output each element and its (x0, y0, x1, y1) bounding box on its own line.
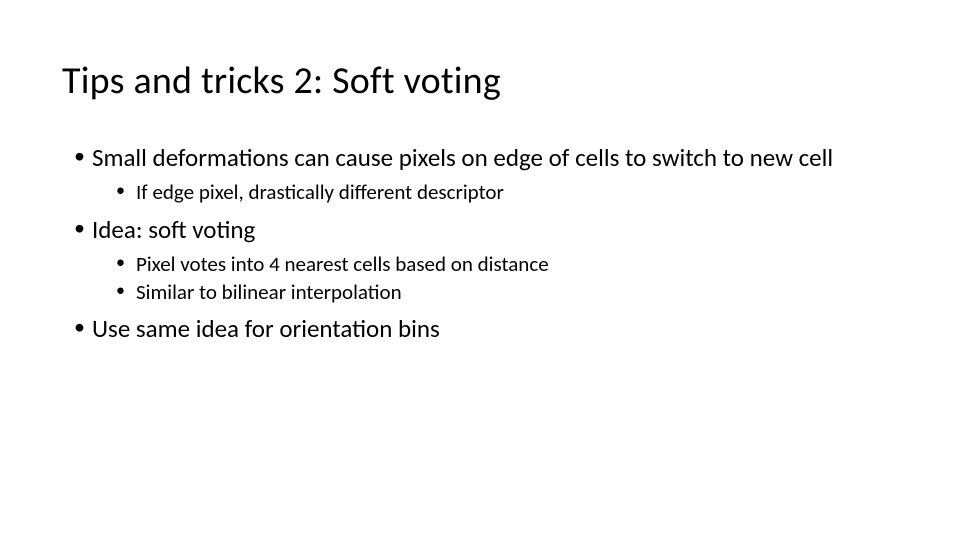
bullet-list-level2: Pixel votes into 4 nearest cells based o… (92, 251, 898, 306)
bullet-list-level2: If edge pixel, drastically different des… (92, 179, 898, 205)
sub-bullet-text: Similar to bilinear interpolation (136, 279, 402, 305)
sub-bullet-item: Similar to bilinear interpolation (92, 279, 898, 305)
slide-content: Small deformations can cause pixels on e… (70, 142, 898, 345)
bullet-item: Use same idea for orientation bins (70, 313, 898, 344)
bullet-item: Small deformations can cause pixels on e… (70, 142, 898, 206)
sub-bullet-text: If edge pixel, drastically different des… (136, 179, 504, 205)
bullet-text: Idea: soft voting (92, 214, 255, 245)
bullet-item: Idea: soft voting Pixel votes into 4 nea… (70, 214, 898, 306)
bullet-list-level1: Small deformations can cause pixels on e… (70, 142, 898, 345)
sub-bullet-text: Pixel votes into 4 nearest cells based o… (136, 251, 549, 277)
slide-title: Tips and tricks 2: Soft voting (62, 58, 898, 104)
bullet-text: Small deformations can cause pixels on e… (92, 142, 833, 173)
sub-bullet-item: Pixel votes into 4 nearest cells based o… (92, 251, 898, 277)
sub-bullet-item: If edge pixel, drastically different des… (92, 179, 898, 205)
bullet-text: Use same idea for orientation bins (92, 313, 440, 344)
